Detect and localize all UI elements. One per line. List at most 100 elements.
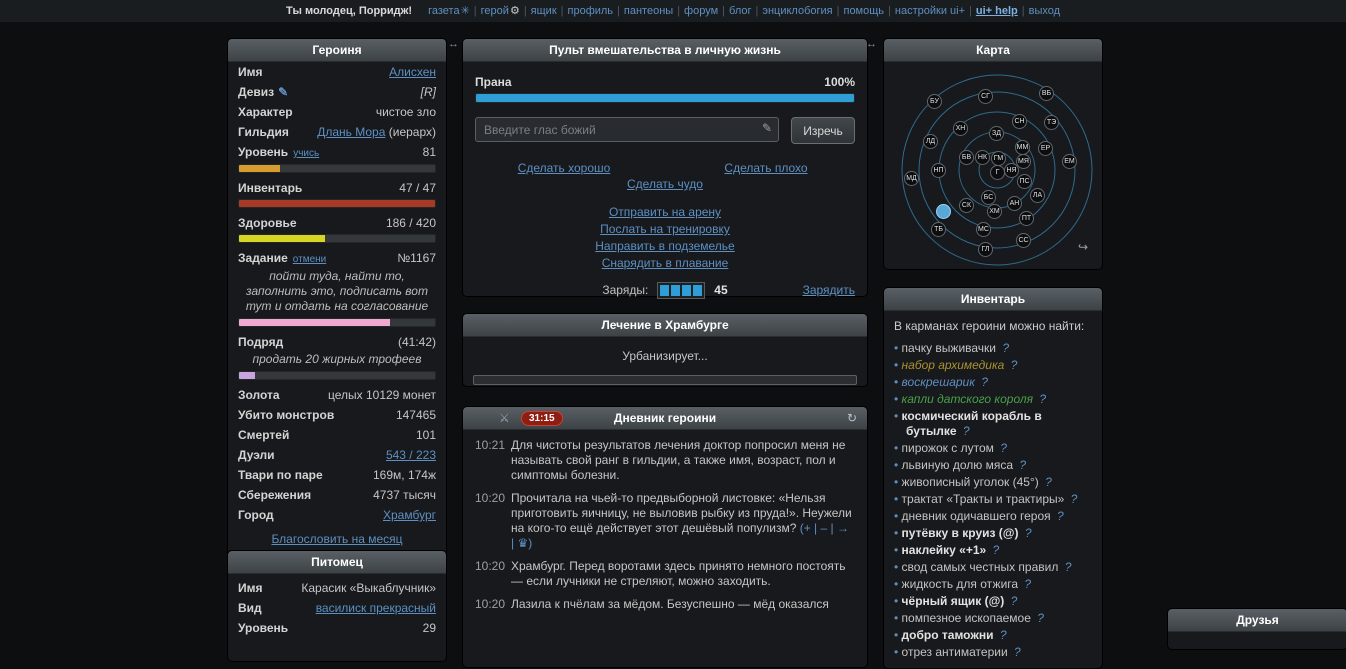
map-town-node[interactable]: ЗД (989, 126, 1004, 141)
recharge-link[interactable]: Зарядить (803, 283, 855, 297)
topbar-link[interactable]: ящик (531, 5, 557, 17)
item-info-link[interactable]: ? (1022, 526, 1032, 540)
refresh-icon[interactable]: ↻ (847, 407, 857, 429)
item-info-link[interactable]: ? (989, 543, 1000, 557)
map-town-node[interactable] (936, 204, 951, 219)
topbar-link[interactable]: пантеоны (624, 5, 673, 17)
speak-button[interactable]: Изречь (791, 117, 855, 144)
hero-panel-header[interactable]: Героиня (228, 39, 446, 62)
stat-value-link[interactable]: 543 / 223 (386, 448, 436, 462)
bullet-icon: • (894, 543, 902, 557)
map-town-node[interactable]: МД (904, 171, 919, 186)
item-info-link[interactable]: ? (1016, 458, 1026, 472)
map-town-node[interactable]: БВ (959, 150, 974, 165)
item-info-link[interactable]: ? (1011, 645, 1021, 659)
map-town-node[interactable]: БУ (927, 94, 942, 109)
item-info-link[interactable]: ? (997, 441, 1007, 455)
diary-entry: 10:20 Прочитала на чьей-то предвыборной л… (463, 483, 867, 551)
map-town-node[interactable]: СН (1012, 114, 1027, 129)
item-info-link[interactable]: ? (999, 341, 1009, 355)
item-info-link[interactable]: ? (1061, 560, 1072, 574)
arena-icon[interactable]: ⚔ (499, 407, 510, 429)
map-town-node[interactable]: ЛД (923, 134, 938, 149)
stat-value-link[interactable]: Длань Мора (317, 125, 385, 139)
map-town-node[interactable]: ХМ (987, 204, 1002, 219)
item-info-link[interactable]: ? (996, 628, 1007, 642)
map-town-node[interactable]: СК (959, 198, 974, 213)
item-info-link[interactable]: ? (978, 375, 988, 389)
map-town-node[interactable]: ЕР (1038, 141, 1053, 156)
map-panel-header[interactable]: Карта (884, 39, 1102, 62)
map-town-node[interactable]: ЛА (1030, 188, 1045, 203)
item-info-link[interactable]: ? (1021, 577, 1031, 591)
item-info-link[interactable]: ? (1054, 509, 1064, 523)
hero-action-link[interactable]: Послать на тренировку (600, 222, 730, 236)
inventory-panel-header[interactable]: Инвентарь (884, 288, 1102, 311)
bullet-icon: • (894, 594, 902, 608)
topbar-link[interactable]: блог (729, 5, 751, 17)
miracle-link[interactable]: Сделать чудо (627, 177, 703, 191)
column-resize-handle-icon[interactable]: ↔ (448, 38, 459, 50)
map-town-node[interactable]: НП (931, 163, 946, 178)
pet-panel-header[interactable]: Питомец (228, 551, 446, 574)
map-town-node[interactable]: Г (990, 165, 1005, 180)
stat-value-link[interactable]: Алисхен (389, 65, 436, 79)
map-town-node[interactable]: АН (1007, 196, 1022, 211)
pencil-icon[interactable]: ✎ (278, 85, 288, 99)
map-town-node[interactable]: ТЭ (1044, 115, 1059, 130)
item-info-link[interactable]: ? (960, 424, 970, 438)
map-town-node[interactable]: СС (1016, 233, 1031, 248)
hero-action-link[interactable]: Отправить на арену (609, 205, 721, 219)
stat-value-link[interactable]: василиск прекрасный (316, 601, 436, 615)
map-town-node[interactable]: ГЛ (978, 242, 993, 257)
diary-vote-links[interactable]: (+ | – | → | ♛) (511, 521, 849, 550)
item-info-link[interactable]: ? (1042, 475, 1052, 489)
hero-action-link[interactable]: Снарядить в плавание (602, 256, 729, 270)
item-info-link[interactable]: ? (1007, 358, 1018, 372)
topbar-link[interactable]: ui+ help (976, 5, 1018, 17)
punish-link[interactable]: Сделать плохо (724, 161, 807, 175)
map-town-node[interactable]: ПТ (1019, 211, 1034, 226)
control-panel-header[interactable]: Пульт вмешательства в личную жизнь (463, 39, 867, 62)
map-expand-icon[interactable]: ↪ (1078, 240, 1088, 254)
map-town-node[interactable]: ТБ (931, 222, 946, 237)
inventory-item: • путёвку в круиз (@) ? (894, 525, 1092, 542)
hero-send-actions: Отправить на арену Послать на тренировку Н… (463, 204, 867, 272)
topbar-link[interactable]: настройки ui+ (895, 5, 965, 17)
map-town-node[interactable]: ХН (953, 121, 968, 136)
map-town-node[interactable]: ЕМ (1062, 154, 1077, 169)
item-info-link[interactable]: ? (1034, 611, 1044, 625)
map-town-node[interactable]: НК (975, 150, 990, 165)
inventory-item: • львиную долю мяса ? (894, 457, 1092, 474)
bless-link[interactable]: Благословить на месяц (271, 532, 402, 546)
map-town-node[interactable]: ПС (1017, 174, 1032, 189)
topbar-link[interactable]: выход (1029, 5, 1060, 17)
pencil-icon[interactable]: ✎ (762, 121, 772, 135)
topbar-link[interactable]: форум (684, 5, 718, 17)
diary-panel-header[interactable]: ⚔ 31:15 Дневник героини ↻ (463, 407, 867, 430)
topbar-link[interactable]: энциклобогия (762, 5, 832, 17)
topbar-link[interactable]: герой (481, 5, 509, 17)
hero-action-link[interactable]: Направить в подземелье (595, 239, 734, 253)
god-voice-input[interactable] (475, 117, 779, 142)
map-town-node[interactable]: СГ (978, 89, 993, 104)
topbar-link[interactable]: газета (428, 5, 459, 17)
topbar-link[interactable]: помощь (843, 5, 884, 17)
topbar-link[interactable]: профиль (568, 5, 614, 17)
healing-panel-header[interactable]: Лечение в Храмбурге (463, 314, 867, 337)
item-info-link[interactable]: ? (1007, 594, 1018, 608)
map-town-node[interactable]: ГМ (991, 151, 1006, 166)
encourage-link[interactable]: Сделать хорошо (518, 161, 611, 175)
item-info-link[interactable]: ? (1036, 392, 1046, 406)
map-town-node[interactable]: БС (981, 190, 996, 205)
stat-value-link[interactable]: Храмбург (383, 508, 436, 522)
item-info-link[interactable]: ? (1067, 492, 1078, 506)
map-town-node[interactable]: НЯ (1004, 163, 1019, 178)
stat-action-link[interactable]: учись (293, 148, 319, 159)
nav-separator: | (523, 5, 527, 17)
map-town-node[interactable]: МС (976, 222, 991, 237)
map-town-node[interactable]: ВБ (1039, 86, 1054, 101)
friends-panel-header[interactable]: Друзья (1168, 609, 1346, 632)
stat-action-link[interactable]: отмени (293, 254, 326, 265)
map-town-node[interactable]: ММ (1015, 140, 1030, 155)
